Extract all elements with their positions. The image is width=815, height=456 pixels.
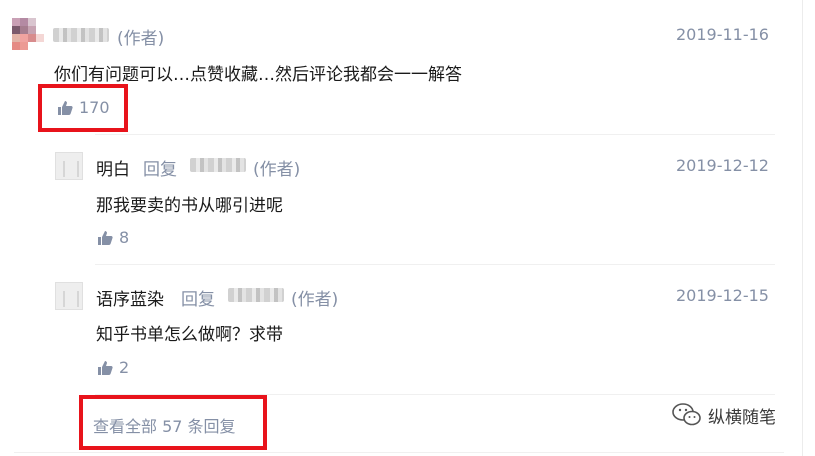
like-button[interactable]: 2 bbox=[97, 358, 129, 377]
reply-word: 回复 bbox=[143, 160, 177, 180]
reply-date: 2019-12-12 bbox=[676, 156, 769, 175]
comment-date: 2019-11-16 bbox=[676, 25, 769, 44]
pixelated-avatar[interactable] bbox=[12, 18, 44, 50]
like-count: 8 bbox=[119, 228, 130, 247]
scrollbar-track[interactable] bbox=[802, 0, 803, 456]
divider bbox=[95, 394, 775, 395]
reply-word: 回复 bbox=[181, 290, 215, 310]
reply-avatar[interactable] bbox=[55, 152, 83, 180]
reply-content: 那我要卖的书从哪引进呢 bbox=[96, 196, 283, 216]
view-all-replies-link[interactable]: 查看全部 57 条回复 bbox=[93, 413, 236, 437]
watermark: 纵横随笔 bbox=[672, 402, 776, 428]
divider bbox=[95, 264, 775, 265]
comment-content: 你们有问题可以…点赞收藏…然后评论我都会一一解答 bbox=[54, 65, 462, 85]
reply-date: 2019-12-15 bbox=[676, 286, 769, 305]
author-role-tag: (作者) bbox=[117, 29, 165, 49]
like-button[interactable]: 8 bbox=[97, 228, 129, 247]
like-count: 170 bbox=[79, 98, 110, 117]
divider bbox=[14, 452, 784, 453]
reply-avatar[interactable] bbox=[55, 282, 83, 310]
wechat-icon bbox=[672, 403, 701, 426]
reply-role-tag: (作者) bbox=[253, 160, 301, 180]
reply-role-tag: (作者) bbox=[291, 290, 339, 310]
watermark-text: 纵横随笔 bbox=[708, 407, 776, 428]
reply-target-redacted[interactable] bbox=[190, 158, 246, 172]
reply-author[interactable]: 语序蓝染 bbox=[96, 285, 164, 310]
like-button[interactable]: 170 bbox=[57, 98, 110, 117]
thumbs-up-icon bbox=[58, 100, 73, 115]
reply-author[interactable]: 明白 bbox=[96, 155, 130, 180]
thumbs-up-icon bbox=[98, 230, 113, 245]
reply-target-redacted[interactable] bbox=[228, 288, 284, 302]
reply-content: 知乎书单怎么做啊？求带 bbox=[96, 325, 283, 345]
divider bbox=[95, 134, 775, 135]
author-name-redacted[interactable] bbox=[53, 28, 109, 42]
thumbs-up-icon bbox=[98, 360, 113, 375]
like-count: 2 bbox=[119, 358, 130, 377]
